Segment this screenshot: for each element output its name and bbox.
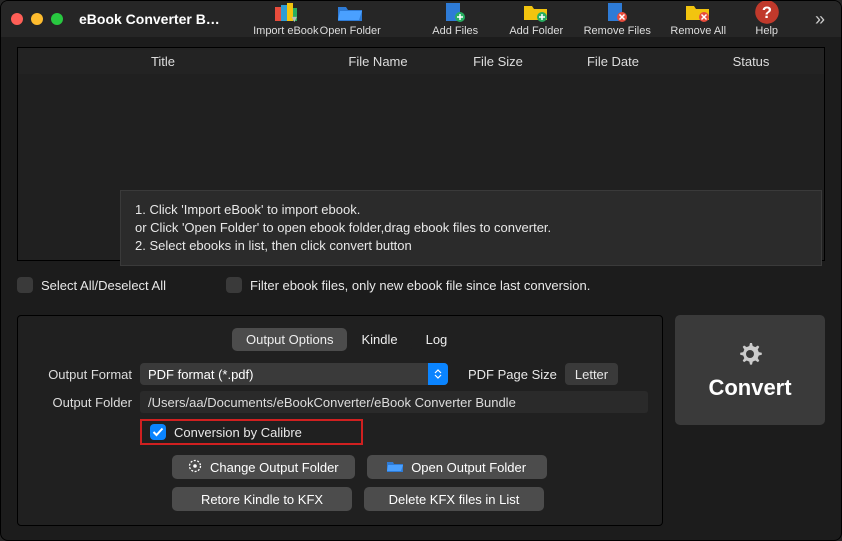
hint-line: 2. Select ebooks in list, then click con… <box>135 237 807 255</box>
convert-label: Convert <box>708 375 791 401</box>
remove-all-button[interactable]: Remove All <box>661 1 736 37</box>
pdf-page-size-select[interactable]: Letter <box>565 363 618 385</box>
col-status[interactable]: Status <box>678 54 824 69</box>
hint-line: or Click 'Open Folder' to open ebook fol… <box>135 219 807 237</box>
checkbox-icon <box>226 277 242 293</box>
hint-line: 1. Click 'Import eBook' to import ebook. <box>135 201 807 219</box>
col-title[interactable]: Title <box>18 54 308 69</box>
output-folder-field[interactable]: /Users/aa/Documents/eBookConverter/eBook… <box>140 391 648 413</box>
folder-remove-icon <box>685 1 711 23</box>
restore-kindle-kfx-button[interactable]: Retore Kindle to KFX <box>172 487 352 511</box>
open-output-folder-button[interactable]: Open Output Folder <box>367 455 547 479</box>
convert-button[interactable]: Convert <box>675 315 825 425</box>
table-header: Title File Name File Size File Date Stat… <box>18 48 824 74</box>
add-files-label: Add Files <box>432 25 478 37</box>
options-tabs: Output Options Kindle Log <box>232 328 648 351</box>
col-file-date[interactable]: File Date <box>548 54 678 69</box>
help-button[interactable]: ? Help <box>742 1 792 37</box>
checkbox-icon <box>17 277 33 293</box>
file-add-icon <box>442 1 468 23</box>
output-format-value: PDF format (*.pdf) <box>148 367 253 382</box>
minimize-icon[interactable] <box>31 13 43 25</box>
tab-output-options[interactable]: Output Options <box>232 328 347 351</box>
select-all-label: Select All/Deselect All <box>41 278 166 293</box>
change-output-folder-button[interactable]: Change Output Folder <box>172 455 355 479</box>
gear-icon <box>736 340 764 371</box>
help-icon: ? <box>754 1 780 23</box>
folder-open-icon <box>387 460 403 475</box>
import-ebook-label: Import eBook <box>253 25 318 37</box>
open-output-label: Open Output Folder <box>411 460 526 475</box>
pdf-page-size-label: PDF Page Size <box>468 367 557 382</box>
col-file-name[interactable]: File Name <box>308 54 448 69</box>
add-folder-label: Add Folder <box>509 25 563 37</box>
calibre-highlight: Conversion by Calibre <box>140 419 363 445</box>
change-output-label: Change Output Folder <box>210 460 339 475</box>
open-folder-label: Open Folder <box>320 25 381 37</box>
chevron-down-icon[interactable]: ▼ <box>290 14 299 24</box>
maximize-icon[interactable] <box>51 13 63 25</box>
gear-icon <box>188 459 202 476</box>
remove-all-label: Remove All <box>670 25 726 37</box>
svg-text:?: ? <box>762 3 772 22</box>
calibre-label: Conversion by Calibre <box>174 425 302 440</box>
open-folder-button[interactable]: Open Folder <box>313 1 388 37</box>
output-folder-label: Output Folder <box>32 395 132 410</box>
calibre-checkbox[interactable]: Conversion by Calibre <box>150 424 302 440</box>
remove-files-button[interactable]: Remove Files <box>580 1 655 37</box>
retore-kfx-label: Retore Kindle to KFX <box>201 492 323 507</box>
output-format-label: Output Format <box>32 367 132 382</box>
output-format-select[interactable]: PDF format (*.pdf) <box>140 363 448 385</box>
output-folder-value: /Users/aa/Documents/eBookConverter/eBook… <box>148 395 516 410</box>
delete-kfx-label: Delete KFX files in List <box>389 492 520 507</box>
checkbox-checked-icon <box>150 424 166 440</box>
window-controls <box>11 13 63 25</box>
tab-kindle[interactable]: Kindle <box>347 328 411 351</box>
pdf-page-size-value: Letter <box>575 367 608 382</box>
overflow-icon[interactable]: » <box>815 9 825 30</box>
col-file-size[interactable]: File Size <box>448 54 548 69</box>
window-title: eBook Converter B… <box>79 11 220 27</box>
help-label: Help <box>755 25 778 37</box>
file-remove-icon <box>604 1 630 23</box>
add-folder-button[interactable]: Add Folder <box>499 1 574 37</box>
delete-kfx-button[interactable]: Delete KFX files in List <box>364 487 544 511</box>
chevron-updown-icon <box>428 363 448 385</box>
titlebar: eBook Converter B… Import eBook ▼ Open F… <box>1 1 841 37</box>
select-all-checkbox[interactable]: Select All/Deselect All <box>17 277 166 293</box>
filter-label: Filter ebook files, only new ebook file … <box>250 278 590 293</box>
folder-open-icon <box>337 1 363 23</box>
folder-add-icon <box>523 1 549 23</box>
close-icon[interactable] <box>11 13 23 25</box>
add-files-button[interactable]: Add Files <box>418 1 493 37</box>
tab-log[interactable]: Log <box>412 328 462 351</box>
filter-checkbox[interactable]: Filter ebook files, only new ebook file … <box>226 277 590 293</box>
drop-hint: 1. Click 'Import eBook' to import ebook.… <box>120 190 822 266</box>
remove-files-label: Remove Files <box>584 25 651 37</box>
options-panel: Output Options Kindle Log Output Format … <box>17 315 663 526</box>
file-list: Title File Name File Size File Date Stat… <box>17 47 825 261</box>
